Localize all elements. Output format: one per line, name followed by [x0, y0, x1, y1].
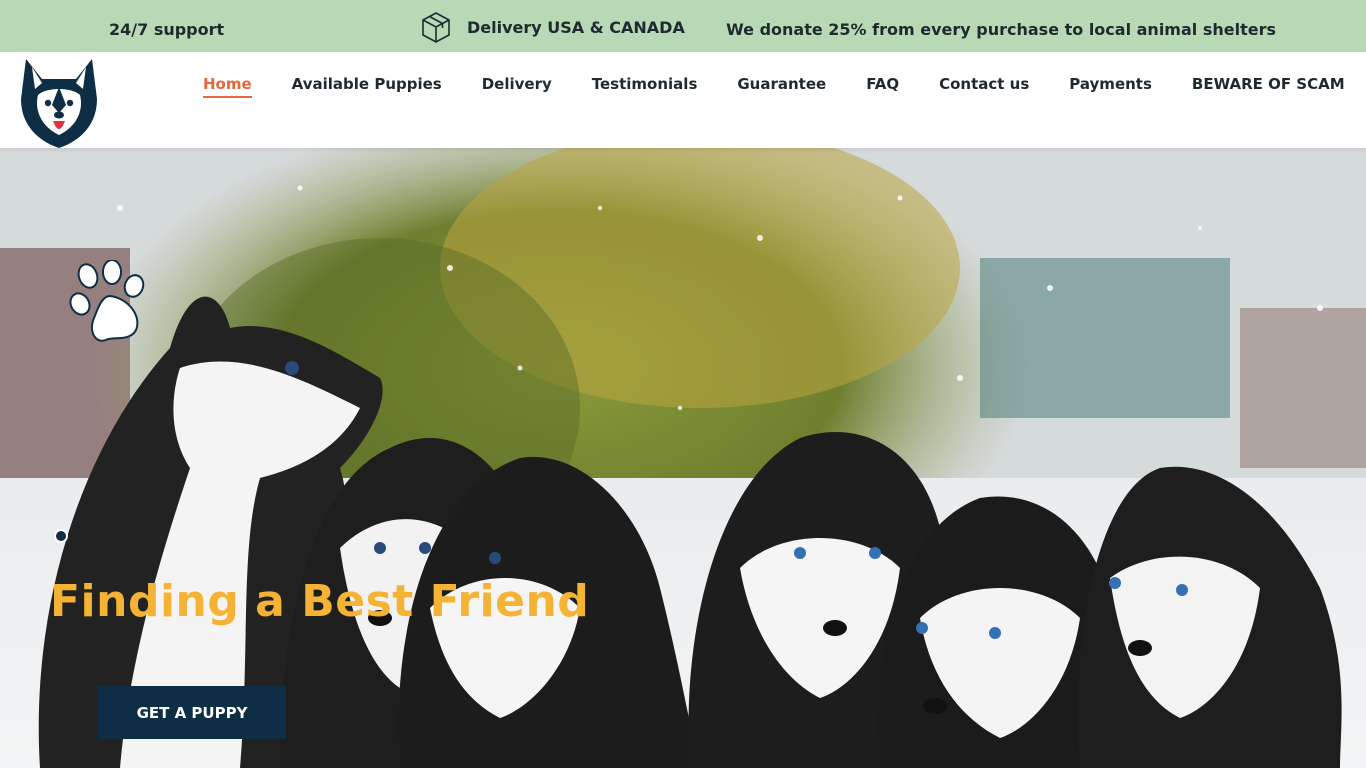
slider-indicator-dot[interactable]: [54, 529, 68, 543]
nav-home[interactable]: Home: [183, 74, 272, 98]
nav-faq[interactable]: FAQ: [846, 74, 919, 98]
nav-beware-of-scam[interactable]: BEWARE OF SCAM: [1172, 74, 1365, 98]
nav-testimonials[interactable]: Testimonials: [572, 74, 718, 98]
support-text: 24/7 support: [109, 20, 225, 39]
nav-payments[interactable]: Payments: [1049, 74, 1172, 98]
nav-guarantee[interactable]: Guarantee: [717, 74, 846, 98]
husky-logo-icon[interactable]: [18, 53, 100, 149]
delivery-info: Delivery USA & CANADA: [421, 11, 685, 43]
hero-headline: Finding a Best Friend: [50, 576, 590, 627]
donation-text: We donate 25% from every purchase to loc…: [726, 20, 1276, 39]
main-navigation: Home Available Puppies Delivery Testimon…: [183, 74, 1365, 98]
hero-section: Finding a Best Friend GET A PUPPY: [0, 148, 1366, 768]
get-a-puppy-button[interactable]: GET A PUPPY: [98, 686, 286, 739]
package-box-icon: [422, 12, 450, 43]
delivery-text: Delivery USA & CANADA: [467, 17, 685, 37]
nav-available-puppies[interactable]: Available Puppies: [272, 74, 462, 98]
paw-print-icon: [69, 260, 145, 342]
top-info-bar: 24/7 support Delivery USA & CANADA We do…: [0, 0, 1366, 52]
nav-delivery[interactable]: Delivery: [462, 74, 572, 98]
nav-contact-us[interactable]: Contact us: [919, 74, 1049, 98]
site-header: Home Available Puppies Delivery Testimon…: [0, 52, 1366, 148]
husky-puppies-photo: [0, 148, 1366, 768]
